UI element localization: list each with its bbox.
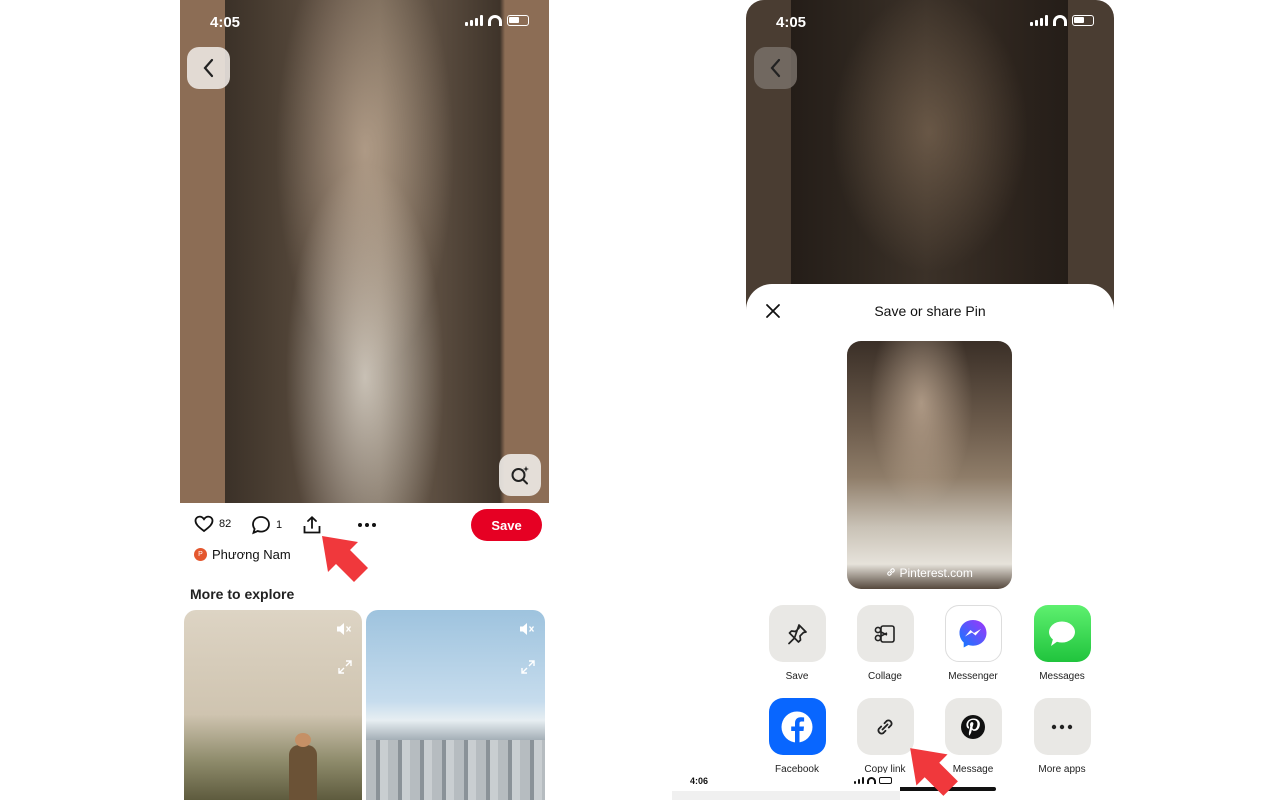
battery-icon bbox=[507, 15, 529, 26]
avatar: P bbox=[194, 548, 207, 561]
status-bar: 4:05 bbox=[180, 12, 549, 32]
status-time: 4:05 bbox=[210, 14, 241, 31]
author-row[interactable]: P Phương Nam bbox=[194, 547, 291, 562]
pin-image-dimmed: 4:05 bbox=[746, 0, 1114, 330]
share-sheet-screen: 4:05 Save or share Pin Pinterest.com Sav… bbox=[746, 0, 1114, 800]
chevron-left-icon bbox=[770, 58, 780, 78]
comment-count: 1 bbox=[276, 519, 283, 531]
pin-icon bbox=[788, 623, 807, 644]
share-option-facebook[interactable]: Facebook bbox=[757, 698, 837, 775]
messages-icon bbox=[1049, 621, 1075, 646]
pin-preview: Pinterest.com bbox=[847, 341, 1012, 589]
more-horizontal-icon bbox=[358, 523, 376, 527]
author-name: Phương Nam bbox=[212, 547, 291, 562]
share-sheet: Save or share Pin Pinterest.com Save Col… bbox=[746, 284, 1114, 800]
pin-image[interactable]: 4:05 bbox=[180, 0, 549, 503]
back-button[interactable] bbox=[754, 47, 797, 89]
mute-icon[interactable] bbox=[519, 622, 535, 636]
explore-tile[interactable] bbox=[184, 610, 362, 800]
share-option-messenger[interactable]: Messenger bbox=[933, 605, 1013, 682]
link-icon bbox=[877, 719, 893, 734]
pinterest-icon bbox=[961, 714, 985, 739]
preview-source: Pinterest.com bbox=[847, 566, 1012, 580]
scissors-icon bbox=[874, 624, 895, 643]
share-option-messages[interactable]: Messages bbox=[1022, 605, 1102, 682]
annotation-arrow-icon bbox=[910, 748, 958, 796]
messenger-icon bbox=[959, 619, 987, 647]
wifi-icon bbox=[488, 15, 502, 26]
tile-city bbox=[366, 740, 545, 800]
back-button[interactable] bbox=[187, 47, 230, 89]
signal-icon bbox=[1030, 15, 1048, 26]
comment-icon bbox=[252, 516, 270, 535]
share-option-save[interactable]: Save bbox=[757, 605, 837, 682]
battery-icon bbox=[879, 777, 892, 784]
canvas: 4:05 82 1 Save P Phương Nam More to expl… bbox=[0, 0, 1280, 800]
comment-action[interactable]: 1 bbox=[251, 515, 282, 535]
mute-icon[interactable] bbox=[336, 622, 352, 636]
overlay-status-bar: 4:06 bbox=[672, 773, 900, 800]
share-option-more-apps[interactable]: More apps bbox=[1022, 698, 1102, 775]
wifi-icon bbox=[867, 777, 876, 784]
more-horizontal-icon bbox=[1051, 724, 1073, 729]
battery-icon bbox=[1072, 15, 1094, 26]
overlay-time: 4:06 bbox=[690, 776, 709, 786]
visual-search-button[interactable] bbox=[499, 454, 541, 496]
lens-search-icon bbox=[511, 466, 529, 485]
signal-icon bbox=[854, 777, 864, 784]
expand-icon[interactable] bbox=[521, 660, 535, 674]
link-icon bbox=[887, 568, 895, 576]
wifi-icon bbox=[1053, 15, 1067, 26]
pin-detail-screen: 4:05 82 1 Save P Phương Nam More to expl… bbox=[180, 0, 549, 800]
annotation-arrow-icon bbox=[322, 536, 368, 582]
tile-subject bbox=[289, 733, 317, 800]
like-action[interactable]: 82 bbox=[194, 515, 231, 533]
share-option-collage[interactable]: Collage bbox=[845, 605, 925, 682]
like-count: 82 bbox=[219, 518, 232, 530]
explore-tile[interactable] bbox=[366, 610, 545, 800]
expand-icon[interactable] bbox=[338, 660, 352, 674]
signal-icon bbox=[465, 15, 483, 26]
heart-icon bbox=[194, 515, 214, 533]
sheet-title: Save or share Pin bbox=[874, 303, 986, 319]
status-bar: 4:05 bbox=[746, 12, 1114, 32]
more-to-explore-heading: More to explore bbox=[190, 586, 295, 602]
save-button[interactable]: Save bbox=[471, 509, 542, 541]
more-options[interactable] bbox=[357, 522, 377, 528]
status-time: 4:05 bbox=[776, 14, 807, 31]
facebook-icon bbox=[781, 711, 813, 743]
chevron-left-icon bbox=[203, 58, 213, 78]
